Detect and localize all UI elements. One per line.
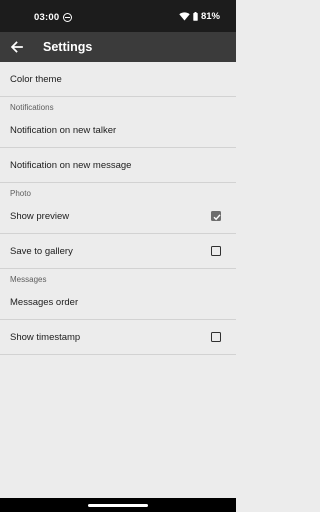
show-preview-item[interactable]: Show preview xyxy=(0,199,236,234)
settings-list: Color theme Notifications Notification o… xyxy=(0,62,236,355)
messages-header-label: Messages xyxy=(10,275,47,284)
navigation-bar xyxy=(0,498,236,512)
status-time: 03:00 xyxy=(34,12,60,23)
wifi-icon xyxy=(179,12,190,21)
messages-order-label: Messages order xyxy=(10,297,79,308)
notifications-header-label: Notifications xyxy=(10,103,54,112)
messages-section-header: Messages xyxy=(0,269,236,285)
notify-new-message-label: Notification on new message xyxy=(10,160,132,171)
battery-percent: 81% xyxy=(200,11,220,22)
color-theme-item[interactable]: Color theme xyxy=(0,62,236,97)
notify-new-talker-item[interactable]: Notification on new talker xyxy=(0,113,236,148)
battery-icon xyxy=(193,12,198,21)
show-timestamp-checkbox[interactable] xyxy=(211,332,221,342)
app-bar: Settings xyxy=(0,32,236,62)
color-theme-label: Color theme xyxy=(10,74,62,85)
messages-order-item[interactable]: Messages order xyxy=(0,285,236,320)
dnd-icon xyxy=(63,13,72,22)
photo-header-label: Photo xyxy=(10,189,31,198)
page-title: Settings xyxy=(43,40,93,54)
home-handle[interactable] xyxy=(88,504,148,507)
save-to-gallery-label: Save to gallery xyxy=(10,246,73,257)
arrow-back-icon[interactable] xyxy=(8,38,26,56)
show-timestamp-item[interactable]: Show timestamp xyxy=(0,320,236,355)
save-to-gallery-item[interactable]: Save to gallery xyxy=(0,234,236,269)
show-preview-label: Show preview xyxy=(10,211,70,222)
show-timestamp-label: Show timestamp xyxy=(10,332,81,343)
status-right-icons: 81% xyxy=(179,11,220,22)
notify-new-message-item[interactable]: Notification on new message xyxy=(0,148,236,183)
show-preview-checkbox[interactable] xyxy=(211,211,221,221)
save-to-gallery-checkbox[interactable] xyxy=(211,246,221,256)
status-bar: 03:00 81% xyxy=(0,0,236,32)
photo-section-header: Photo xyxy=(0,183,236,199)
notifications-section-header: Notifications xyxy=(0,97,236,113)
notify-new-talker-label: Notification on new talker xyxy=(10,125,117,136)
